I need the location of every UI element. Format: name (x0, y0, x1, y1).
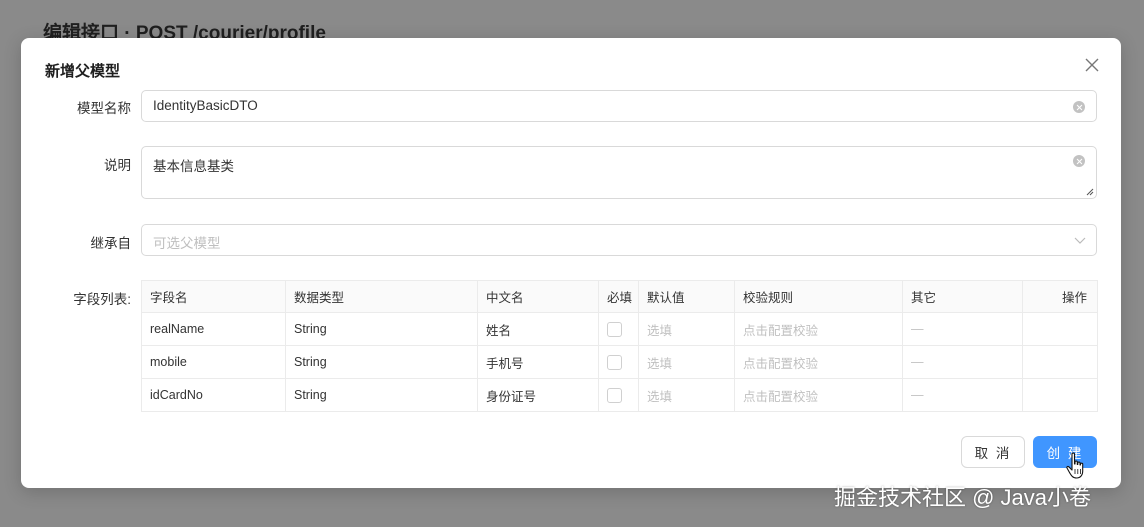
column-header: 必填 (598, 280, 639, 313)
column-header: 操作 (1022, 280, 1098, 313)
table-header-row: 字段名 数据类型 中文名 必填 默认值 校验规则 其它 操作 (141, 280, 1098, 313)
actions-cell (1022, 378, 1098, 412)
resize-handle-icon[interactable] (1084, 186, 1094, 196)
field-name-cell[interactable]: mobile (141, 345, 286, 379)
column-header: 字段名 (141, 280, 286, 313)
required-checkbox[interactable] (607, 321, 622, 337)
data-type-cell[interactable]: String (285, 345, 478, 379)
default-value-cell[interactable]: 选填 (638, 345, 735, 379)
field-name-cell[interactable]: idCardNo (141, 378, 286, 412)
validation-rule-cell[interactable]: 点击配置校验 (734, 312, 903, 346)
close-icon[interactable] (1083, 56, 1101, 74)
validation-rule-cell[interactable]: 点击配置校验 (734, 345, 903, 379)
new-parent-model-dialog: 新增父模型 模型名称 IdentityBasicDTO 说明 基本信息基类 继承… (21, 38, 1121, 488)
required-cell (598, 312, 639, 346)
required-checkbox[interactable] (607, 387, 622, 403)
chevron-down-icon (1074, 237, 1086, 244)
data-type-cell[interactable]: String (285, 312, 478, 346)
model-name-value: IdentityBasicDTO (153, 98, 258, 113)
column-header: 默认值 (638, 280, 735, 313)
required-cell (598, 378, 639, 412)
model-name-label: 模型名称 (77, 101, 131, 116)
default-value-cell[interactable]: 选填 (638, 312, 735, 346)
validation-rule-cell[interactable]: 点击配置校验 (734, 378, 903, 412)
data-type-cell[interactable]: String (285, 378, 478, 412)
column-header: 校验规则 (734, 280, 903, 313)
other-cell: — (902, 378, 1023, 412)
model-name-input[interactable]: IdentityBasicDTO (141, 90, 1097, 122)
parent-model-select[interactable]: 可选父模型 (141, 224, 1097, 256)
chinese-name-cell[interactable]: 手机号 (477, 345, 599, 379)
column-header: 数据类型 (285, 280, 478, 313)
cancel-button[interactable]: 取 消 (961, 436, 1025, 468)
watermark: 掘金技术社区 @ Java小卷 (834, 485, 1092, 510)
description-textarea[interactable]: 基本信息基类 (141, 146, 1097, 199)
required-cell (598, 345, 639, 379)
clear-icon[interactable] (1073, 101, 1085, 113)
table-row: realName String 姓名 选填 点击配置校验 — (141, 312, 1098, 346)
default-value-cell[interactable]: 选填 (638, 378, 735, 412)
fields-table: 字段名 数据类型 中文名 必填 默认值 校验规则 其它 操作 realName … (141, 280, 1098, 412)
chinese-name-cell[interactable]: 姓名 (477, 312, 599, 346)
parent-model-placeholder: 可选父模型 (153, 236, 221, 251)
fields-label: 字段列表: (73, 292, 131, 307)
required-checkbox[interactable] (607, 354, 622, 370)
actions-cell (1022, 312, 1098, 346)
description-value: 基本信息基类 (153, 159, 234, 174)
other-cell: — (902, 312, 1023, 346)
table-row: mobile String 手机号 选填 点击配置校验 — (141, 345, 1098, 379)
field-name-cell[interactable]: realName (141, 312, 286, 346)
actions-cell (1022, 345, 1098, 379)
hand-pointer-icon (1066, 452, 1084, 479)
other-cell: — (902, 345, 1023, 379)
inherit-label: 继承自 (90, 236, 132, 251)
table-row: idCardNo String 身份证号 选填 点击配置校验 — (141, 378, 1098, 412)
dialog-title: 新增父模型 (45, 63, 121, 80)
column-header: 中文名 (477, 280, 599, 313)
clear-icon[interactable] (1073, 155, 1085, 167)
description-label: 说明 (104, 158, 131, 173)
chinese-name-cell[interactable]: 身份证号 (477, 378, 599, 412)
column-header: 其它 (902, 280, 1023, 313)
